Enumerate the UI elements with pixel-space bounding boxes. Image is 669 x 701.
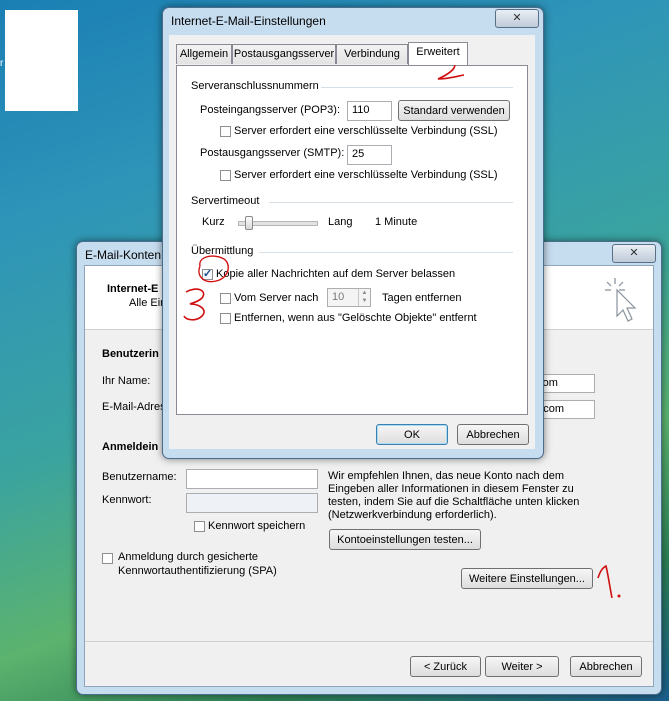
recommendation-line: testen, indem Sie auf die Schaltfläche u… <box>328 496 580 508</box>
ssl-outgoing-label: Server erfordert eine verschlüsselte Ver… <box>234 169 498 181</box>
close-icon: ✕ <box>629 247 639 259</box>
spa-label-line1: Anmeldung durch gesicherte <box>118 551 259 563</box>
group-ports-heading: Serveranschlussnummern <box>191 80 319 92</box>
remove-after-suffix: Tagen entfernen <box>382 292 462 304</box>
remove-deleted-label: Entfernen, wenn aus "Gelöschte Objekte" … <box>234 312 477 324</box>
tab-allgemein[interactable]: Allgemein <box>176 44 232 64</box>
spa-label-line2: Kennwortauthentifizierung (SPA) <box>118 565 277 577</box>
tab-strip: Allgemein Postausgangsserver Verbindung … <box>176 42 526 66</box>
more-settings-button[interactable]: Weitere Einstellungen... <box>461 568 593 589</box>
save-password-label: Kennwort speichern <box>208 520 306 532</box>
save-password-checkbox[interactable] <box>194 521 205 532</box>
label-username: Benutzername: <box>102 471 177 483</box>
ssl-outgoing-checkbox[interactable] <box>220 170 231 181</box>
desktop-edge-glyph: r <box>0 58 4 69</box>
header-title: Internet-E <box>107 283 159 295</box>
back-button[interactable]: < Zurück <box>410 656 481 677</box>
cursor-sparkle-icon <box>605 278 637 322</box>
group-delivery-heading: Übermittlung <box>191 245 254 257</box>
test-account-settings-button[interactable]: Kontoeinstellungen testen... <box>329 529 481 550</box>
spa-checkbox[interactable] <box>102 553 113 564</box>
recommendation-line: Wir empfehlen Ihnen, das neue Konto nach… <box>328 470 565 482</box>
label-password: Kennwort: <box>102 494 152 506</box>
window-title: Internet-E-Mail-Einstellungen <box>171 14 326 28</box>
remove-deleted-checkbox[interactable] <box>220 313 231 324</box>
timeout-value: 1 Minute <box>375 216 418 228</box>
timeout-short-label: Kurz <box>202 216 225 228</box>
stepper-up-icon[interactable]: ▲ <box>358 289 370 297</box>
group-divider <box>259 252 513 253</box>
remove-after-days-value: 10 <box>332 291 345 303</box>
keep-copy-label: Kopie aller Nachrichten auf dem Server b… <box>216 268 456 280</box>
next-button[interactable]: Weiter > <box>485 656 559 677</box>
internet-email-settings-window: Internet-E-Mail-Einstellungen ✕ Allgemei… <box>162 7 544 459</box>
recommendation-line: (Netzwerkverbindung erforderlich). <box>328 509 497 521</box>
label-smtp: Postausgangsserver (SMTP): <box>200 147 345 159</box>
label-email: E-Mail-Adress <box>102 401 172 413</box>
section-user-info: Benutzerin <box>102 348 159 360</box>
remove-after-prefix: Vom Server nach <box>234 292 319 304</box>
close-button[interactable]: ✕ <box>612 244 656 263</box>
tab-erweitert[interactable]: Erweitert <box>408 42 468 65</box>
label-pop3: Posteingangsserver (POP3): <box>200 104 341 116</box>
cancel-button[interactable]: Abbrechen <box>457 424 529 445</box>
recommendation-line: Eingeben aller Informationen in diesem F… <box>328 483 574 495</box>
tab-postausgangsserver[interactable]: Postausgangsserver <box>232 44 336 64</box>
desktop-white-panel <box>5 10 78 111</box>
pop3-port-value: 110 <box>352 104 370 116</box>
recommendation-text: Wir empfehlen Ihnen, das neue Konto nach… <box>328 470 579 522</box>
cancel-button[interactable]: Abbrechen <box>570 656 642 677</box>
timeout-long-label: Lang <box>328 216 353 228</box>
keep-copy-checkbox[interactable] <box>202 267 213 280</box>
stepper-down-icon[interactable]: ▼ <box>358 297 370 306</box>
tab-panel-erweitert: Serveranschlussnummern Posteingangsserve… <box>176 65 528 415</box>
section-login-info: Anmeldein <box>102 441 159 453</box>
header-subtitle: Alle Ein <box>129 297 167 309</box>
remove-after-checkbox[interactable] <box>220 293 231 304</box>
username-field[interactable] <box>186 469 318 489</box>
timeout-slider-thumb[interactable] <box>245 216 254 230</box>
tab-verbindung[interactable]: Verbindung <box>336 44 408 64</box>
group-divider <box>269 202 513 203</box>
window-title: E-Mail-Konten <box>85 248 162 262</box>
ssl-incoming-label: Server erfordert eine verschlüsselte Ver… <box>234 125 498 137</box>
ok-button[interactable]: OK <box>376 424 448 445</box>
close-icon: ✕ <box>512 12 522 24</box>
group-timeout-heading: Servertimeout <box>191 195 260 207</box>
pop3-port-field[interactable]: 110 <box>347 101 392 121</box>
footer-divider <box>85 641 653 642</box>
label-name: Ihr Name: <box>102 375 151 387</box>
password-field[interactable] <box>186 493 318 513</box>
group-divider <box>321 87 513 88</box>
remove-after-days-stepper[interactable]: 10 ▲ ▼ <box>327 288 371 307</box>
smtp-port-field[interactable]: 25 <box>347 145 392 165</box>
ssl-incoming-checkbox[interactable] <box>220 126 231 137</box>
use-defaults-button[interactable]: Standard verwenden <box>398 100 510 121</box>
settings-client: Allgemein Postausgangsserver Verbindung … <box>169 35 535 449</box>
close-button[interactable]: ✕ <box>495 9 539 28</box>
timeout-slider[interactable] <box>238 216 318 230</box>
smtp-port-value: 25 <box>352 148 365 160</box>
